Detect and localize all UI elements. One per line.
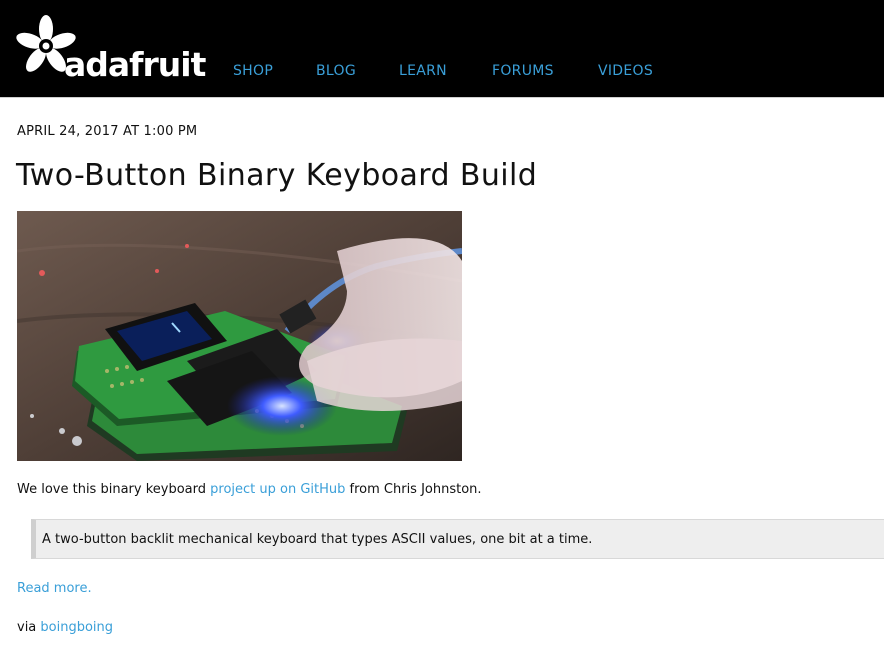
post-title[interactable]: Two-Button Binary Keyboard Build [16, 156, 537, 196]
site-header: adafruit SHOP BLOG LEARN FORUMS VIDEOS [0, 0, 884, 98]
read-more-link[interactable]: Read more. [17, 581, 92, 596]
intro-text-before: We love this binary keyboard [17, 482, 211, 497]
adafruit-logo[interactable]: adafruit [14, 14, 206, 82]
nav-learn[interactable]: LEARN [399, 63, 447, 79]
intro-text-after: from Chris Johnston. [345, 482, 482, 497]
nav-forums[interactable]: FORUMS [492, 63, 554, 79]
via-prefix: via [17, 620, 41, 635]
blockquote-text: A two-button backlit mechanical keyboard… [42, 532, 593, 547]
logo-wordmark: adafruit [64, 45, 206, 84]
post-photo[interactable] [17, 211, 462, 461]
post-date: APRIL 24, 2017 AT 1:00 PM [17, 124, 198, 139]
boingboing-link[interactable]: boingboing [40, 620, 113, 635]
github-project-link[interactable]: project up on GitHub [210, 482, 345, 497]
nav-videos[interactable]: VIDEOS [598, 63, 653, 79]
keyboard-photo-illustration [17, 211, 462, 461]
nav-blog[interactable]: BLOG [316, 63, 356, 79]
post-blockquote: A two-button backlit mechanical keyboard… [31, 519, 884, 559]
post-via: via boingboing [17, 620, 113, 635]
nav-shop[interactable]: SHOP [233, 63, 273, 79]
post-intro: We love this binary keyboard project up … [17, 482, 482, 497]
